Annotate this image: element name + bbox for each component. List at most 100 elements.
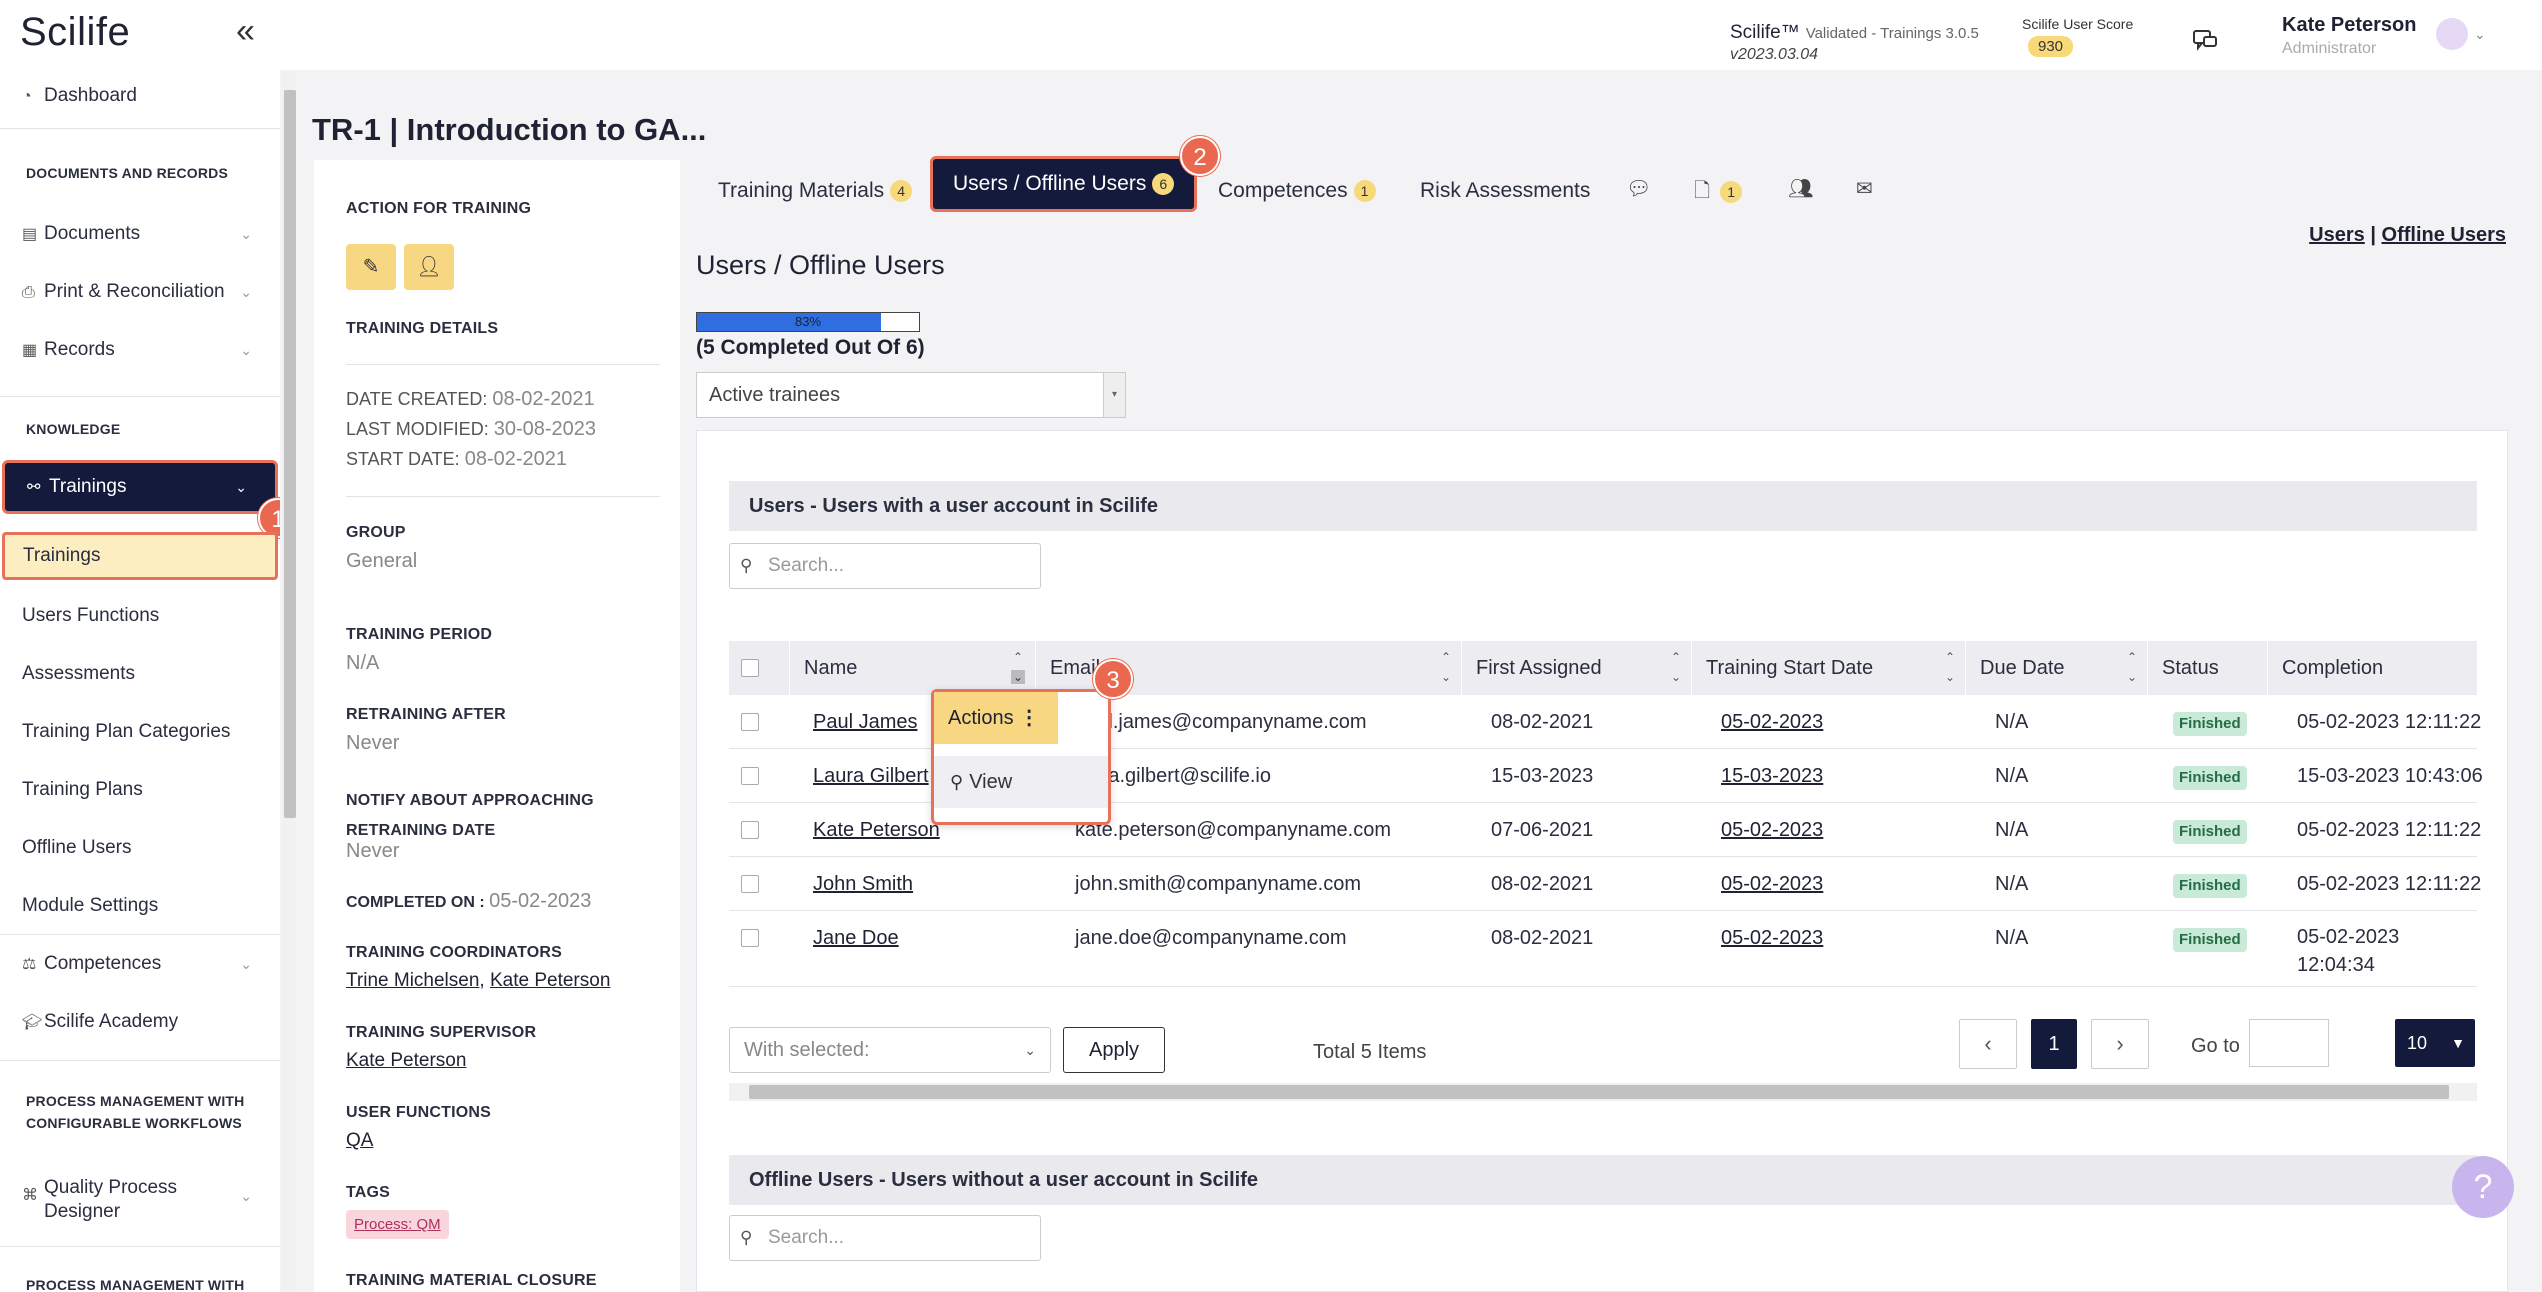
completion-date: 05-02-2023 — [2297, 926, 2400, 948]
sidebar-item-label: Module Settings — [22, 895, 159, 916]
select-all-checkbox[interactable] — [741, 659, 759, 677]
completion-cell: 05-02-2023 12:11:22 — [2297, 873, 2482, 895]
sidebar-subitem-offline-users[interactable]: Offline Users — [0, 828, 280, 868]
user-menu[interactable]: Kate Peterson Administrator — [2282, 14, 2417, 58]
user-name-link[interactable]: Laura Gilbert — [813, 765, 929, 787]
sidebar-subitem-training-plan-categories[interactable]: Training Plan Categories — [0, 712, 280, 752]
user-name-link[interactable]: Kate Peterson — [813, 819, 940, 841]
sidebar-subitem-assessments[interactable]: Assessments — [0, 654, 280, 694]
sidebar-item-records[interactable]: ▦ Records ⌄ — [0, 330, 280, 370]
tab-label: Training Materials — [718, 179, 885, 202]
label: LAST MODIFIED: — [346, 419, 489, 439]
user-name-link[interactable]: John Smith — [813, 873, 913, 895]
start-date-link[interactable]: 15-03-2023 — [1721, 765, 1823, 787]
status-cell: Finished — [2173, 695, 2247, 749]
envelope-icon[interactable]: ✉ — [1856, 176, 1873, 201]
users-link[interactable]: Users — [2309, 224, 2365, 246]
coordinator-link[interactable]: Kate Peterson — [490, 970, 610, 991]
sidebar-item-print-reconciliation[interactable]: ⎙ Print & Reconciliation ⌄ — [0, 272, 280, 312]
column-first-assigned[interactable]: First Assigned ⌃ ⌄ — [1461, 641, 1691, 695]
notify-retraining-heading: NOTIFY ABOUT APPROACHING RETRAINING DATE — [346, 786, 594, 846]
next-page-button[interactable]: › — [2091, 1019, 2149, 1069]
per-page-select[interactable]: 10 ▼ — [2395, 1019, 2475, 1067]
tab-users-offline-users[interactable]: Users / Offline Users 6 — [930, 156, 1198, 212]
sidebar-item-documents[interactable]: ▤ Documents ⌄ — [0, 214, 280, 254]
goto-page-input[interactable] — [2249, 1019, 2329, 1067]
sidebar-item-competences[interactable]: ⚖ Competences ⌄ — [0, 944, 280, 984]
row-checkbox[interactable] — [741, 713, 759, 731]
sort-icon[interactable]: ⌃ ⌄ — [1441, 647, 1451, 687]
start-date-link[interactable]: 05-02-2023 — [1721, 819, 1823, 841]
avatar[interactable] — [2436, 18, 2468, 50]
scilife-logo[interactable]: Scilife — [20, 10, 130, 55]
row-checkbox[interactable] — [741, 821, 759, 839]
start-date-link[interactable]: 05-02-2023 — [1721, 711, 1823, 733]
users-group-icon[interactable]: 👥︎ — [1788, 176, 1813, 201]
sort-icon[interactable]: ⌃ ⌄ — [1945, 647, 1955, 687]
offline-users-link[interactable]: Offline Users — [2382, 224, 2506, 246]
section-title: Users / Offline Users — [696, 250, 945, 280]
with-selected-select[interactable]: With selected: ⌄ — [729, 1027, 1051, 1073]
sidebar-item-trainings[interactable]: ⚯ Trainings ⌄ — [2, 460, 278, 514]
start-date-link[interactable]: 05-02-2023 — [1721, 927, 1823, 949]
completion-progress-bar: 83% — [696, 312, 920, 332]
name-cell: Jane Doe — [813, 911, 899, 965]
row-checkbox[interactable] — [741, 929, 759, 947]
sort-icon[interactable]: ⌃ ⌄ — [2127, 647, 2137, 687]
comments-icon[interactable]: 💬︎ — [1626, 176, 1651, 201]
sidebar-scrollbar-thumb[interactable] — [284, 90, 296, 818]
assign-user-button[interactable]: 👤︎ — [404, 244, 454, 290]
offline-users-search-input[interactable]: ⚲ Search... — [729, 1215, 1041, 1261]
prev-page-button[interactable]: ‹ — [1959, 1019, 2017, 1069]
tab-training-materials[interactable]: Training Materials 4 — [718, 170, 913, 212]
first-assigned-cell: 08-02-2021 — [1491, 873, 1594, 895]
training-supervisor-heading: TRAINING SUPERVISOR — [346, 1024, 537, 1041]
sidebar-item-scilife-academy[interactable]: 🎓︎Scilife Academy — [0, 1002, 280, 1042]
chat-icon[interactable] — [2192, 28, 2218, 54]
tag-badge[interactable]: Process: QM — [346, 1210, 449, 1239]
supervisor-link[interactable]: Kate Peterson — [346, 1050, 466, 1072]
scrollbar-thumb[interactable] — [749, 1085, 2449, 1099]
sort-icon[interactable]: ⌃ ⌄ — [1010, 647, 1025, 687]
tab-competences[interactable]: Competences 1 — [1218, 170, 1376, 212]
users-search-input[interactable]: ⚲ Search... — [729, 543, 1041, 589]
sidebar-subitem-module-settings[interactable]: Module Settings — [0, 886, 280, 926]
sidebar-item-dashboard[interactable]: ◔ Dashboard — [0, 76, 280, 116]
double-chevron-left-icon[interactable]: « — [236, 14, 255, 48]
search-placeholder: Search... — [768, 555, 845, 576]
sidebar-item-quality-process-designer[interactable]: ⌘ Quality Process Designer ⌄ — [0, 1170, 280, 1230]
help-button[interactable]: ? — [2452, 1156, 2514, 1218]
edit-button[interactable]: ✎ — [346, 244, 396, 290]
chevron-down-icon[interactable]: ⌄ — [2474, 26, 2486, 43]
trainee-filter-select[interactable]: Active trainees ▾ — [696, 372, 1126, 418]
user-function-link[interactable]: QA — [346, 1130, 373, 1152]
view-menu-item[interactable]: ⚲ View — [934, 756, 1108, 808]
column-name[interactable]: Name ⌃ ⌄ — [789, 641, 1035, 695]
user-icon: 👤︎ — [416, 256, 442, 278]
actions-button[interactable]: Actions ⋮ — [934, 692, 1058, 744]
sidebar-subitem-trainings[interactable]: Trainings — [2, 532, 278, 580]
column-due-date[interactable]: Due Date ⌃ ⌄ — [1965, 641, 2147, 695]
search-icon: ⚲ — [740, 1228, 753, 1247]
sidebar-item-label: Print & Reconciliation — [44, 281, 225, 302]
start-date-cell: 05-02-2023 — [1721, 695, 1823, 749]
page-1-button[interactable]: 1 — [2031, 1019, 2077, 1069]
apply-button[interactable]: Apply — [1063, 1027, 1165, 1073]
chevron-down-icon: ⌄ — [240, 342, 252, 358]
column-training-start-date[interactable]: Training Start Date ⌃ ⌄ — [1691, 641, 1965, 695]
coordinator-link[interactable]: Trine Michelsen — [346, 970, 479, 991]
document-icon[interactable]: 🗋︎ 1 — [1694, 176, 1743, 210]
user-name-link[interactable]: Paul James — [813, 711, 918, 733]
start-date-link[interactable]: 05-02-2023 — [1721, 873, 1823, 895]
sidebar-item-label: Competences — [44, 953, 162, 974]
sidebar-item-label: Quality Process Designer — [44, 1176, 177, 1224]
sort-icon[interactable]: ⌃ ⌄ — [1671, 647, 1681, 687]
row-checkbox[interactable] — [741, 767, 759, 785]
menu-item-label: View — [969, 771, 1013, 793]
tab-risk-assessments[interactable]: Risk Assessments — [1420, 170, 1590, 212]
row-checkbox[interactable] — [741, 875, 759, 893]
sidebar-subitem-training-plans[interactable]: Training Plans — [0, 770, 280, 810]
table-horizontal-scrollbar[interactable] — [729, 1083, 2477, 1101]
sidebar-subitem-users-functions[interactable]: Users Functions — [0, 596, 280, 636]
user-name-link[interactable]: Jane Doe — [813, 927, 899, 949]
